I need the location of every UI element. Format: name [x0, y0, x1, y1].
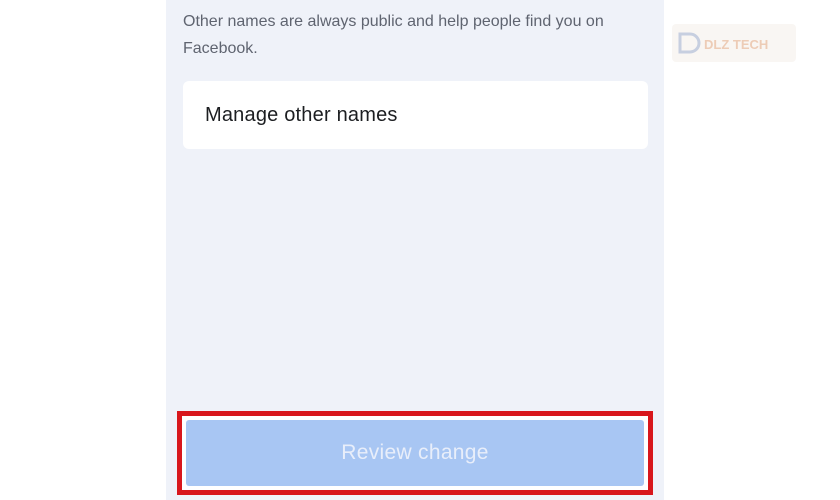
watermark-text: DLZ TECH: [704, 37, 768, 52]
review-change-button[interactable]: Review change: [186, 420, 644, 486]
highlight-frame: Review change: [177, 411, 653, 495]
other-names-helper-text: Other names are always public and help p…: [183, 13, 604, 57]
manage-other-names-button[interactable]: Manage other names: [183, 81, 648, 149]
manage-other-names-label: Manage other names: [205, 103, 398, 126]
watermark-logo: DLZ TECH: [672, 24, 796, 62]
